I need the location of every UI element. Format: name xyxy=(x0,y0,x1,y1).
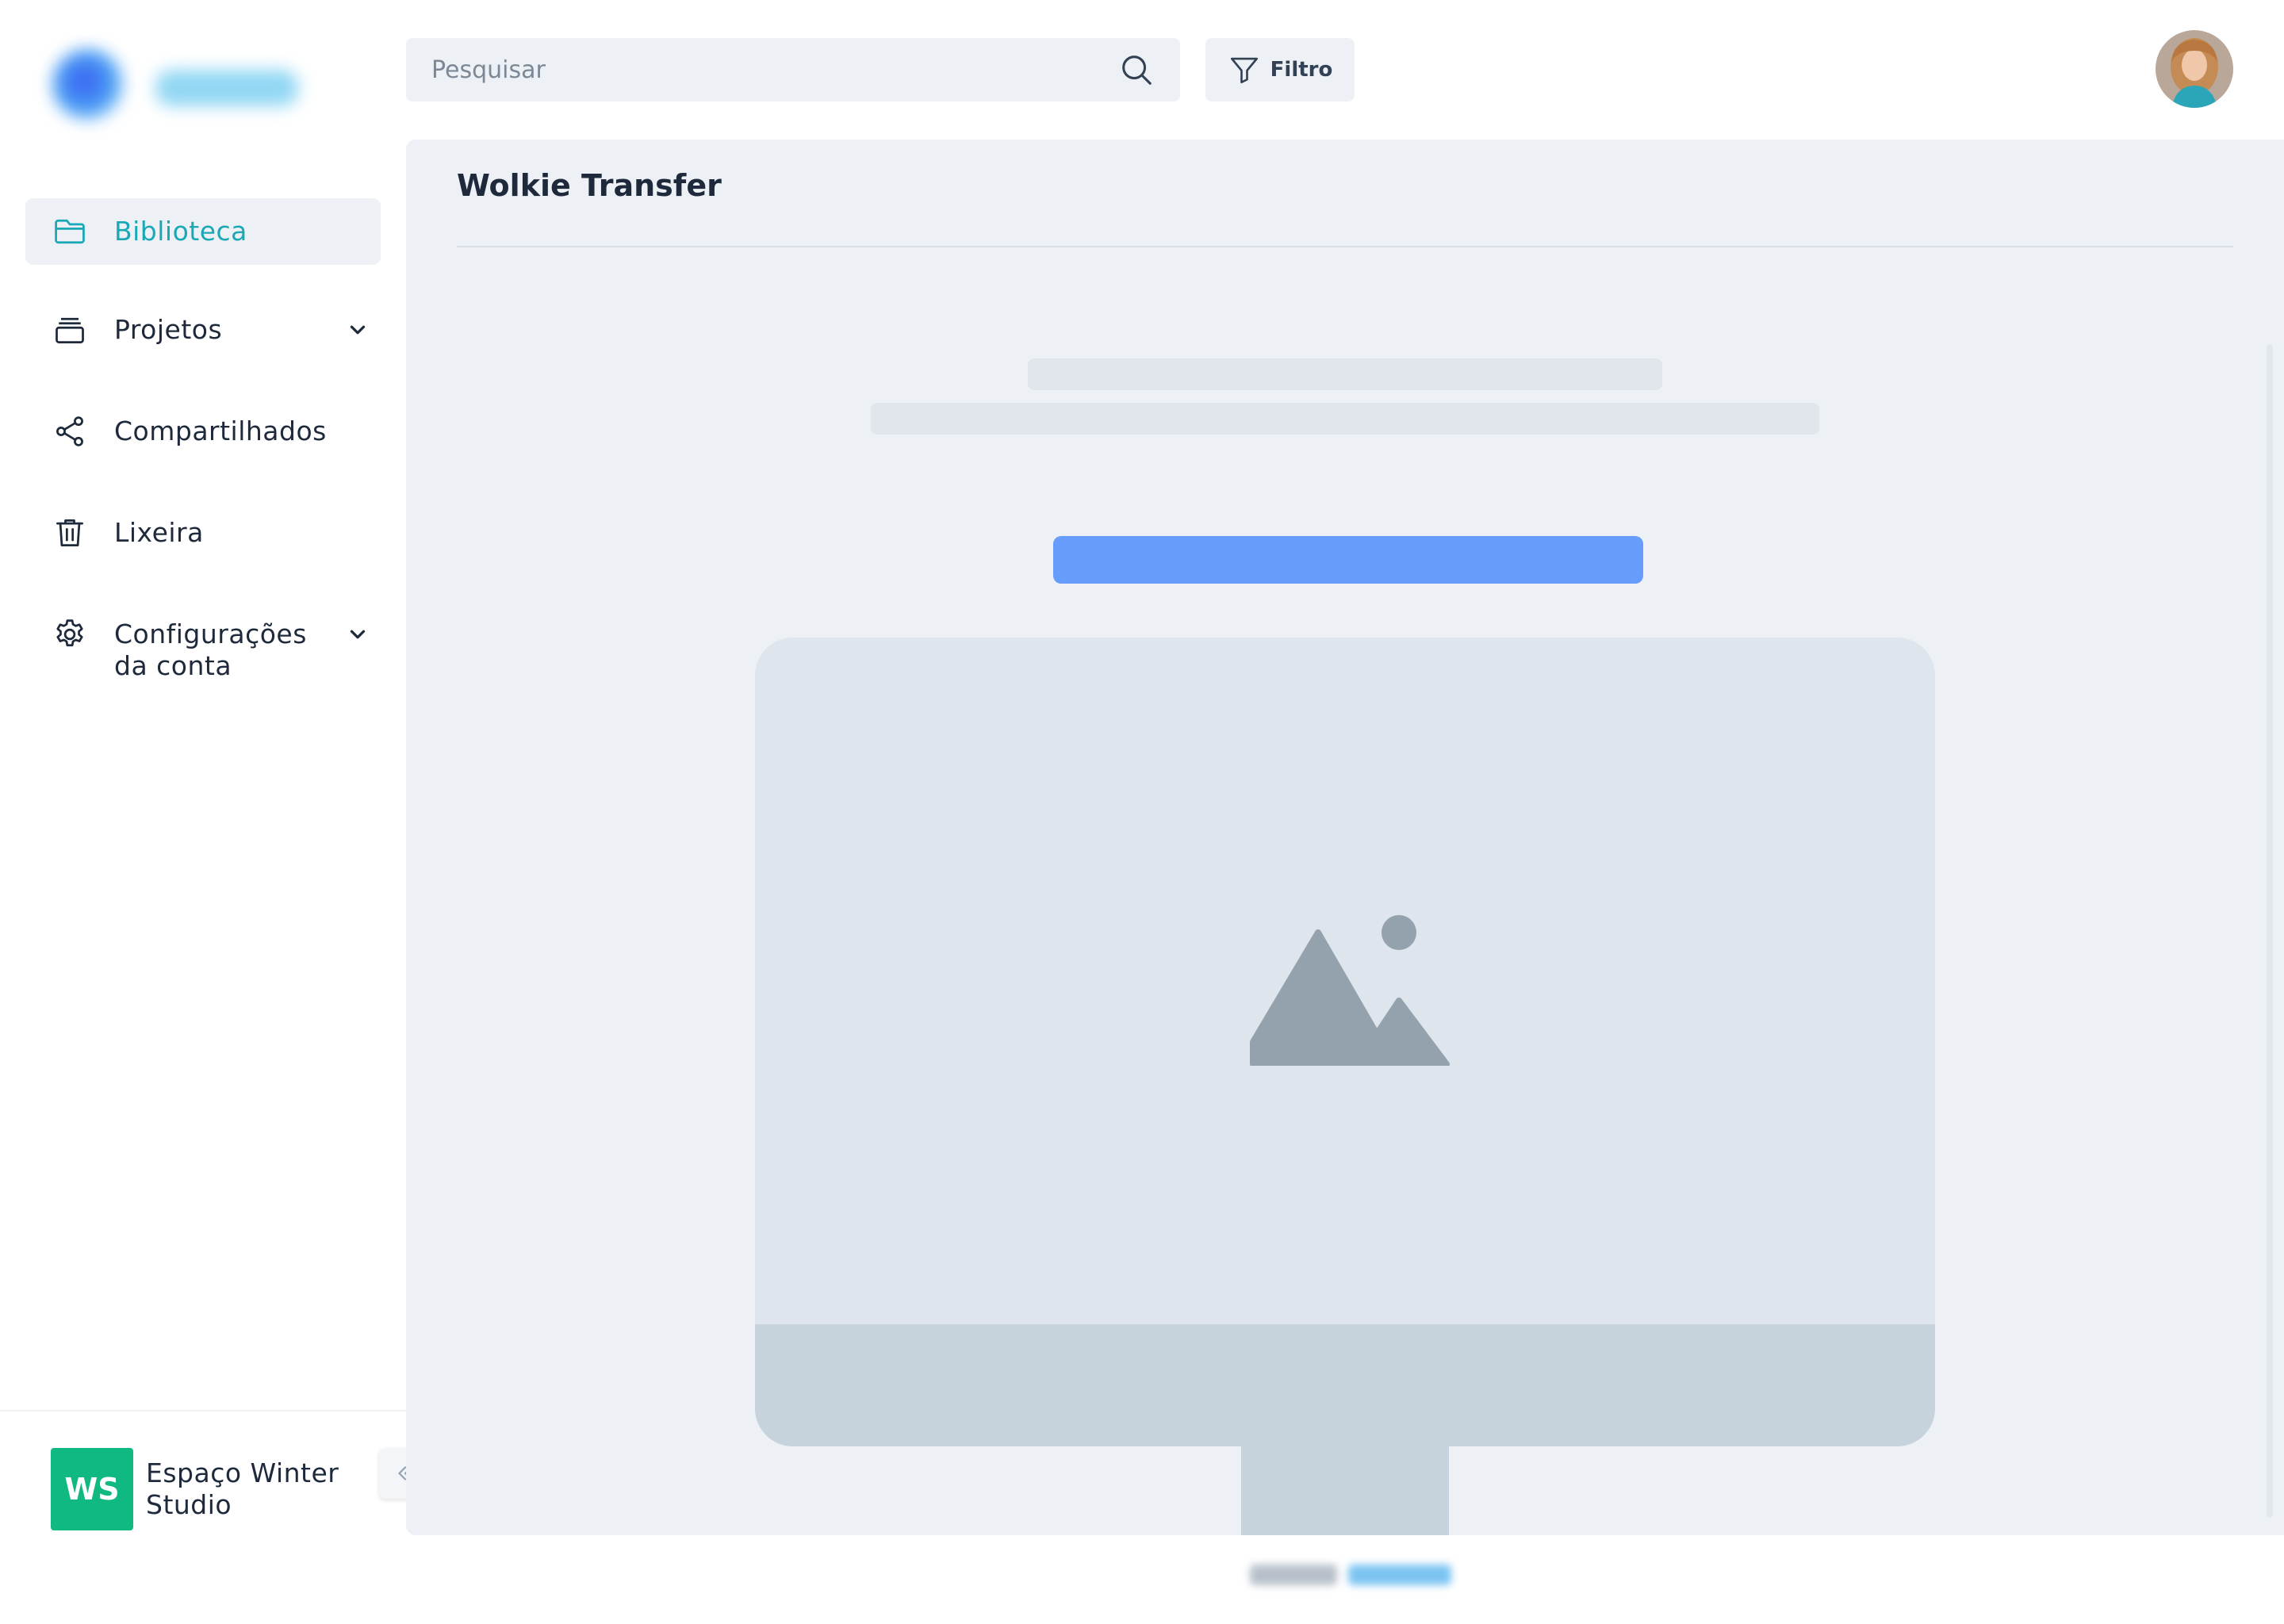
trash-icon xyxy=(56,519,83,546)
gear-icon xyxy=(56,619,83,647)
sidebar-divider xyxy=(0,1410,406,1411)
folder-icon xyxy=(55,219,85,244)
workspace-name-line2: Studio xyxy=(146,1489,232,1520)
chevron-down-icon[interactable] xyxy=(346,622,370,646)
monitor-placeholder xyxy=(755,638,1935,1446)
sidebar-item-projetos[interactable]: Projetos xyxy=(25,297,381,363)
app-logo[interactable] xyxy=(44,41,314,128)
footer-link-blurred[interactable] xyxy=(1348,1565,1451,1585)
sidebar-item-label: Compartilhados xyxy=(114,416,327,446)
workspace-name-line1: Espaço Winter xyxy=(146,1457,339,1488)
user-avatar[interactable] xyxy=(2156,30,2233,108)
sidebar-item-label: Biblioteca xyxy=(114,216,247,247)
scrollbar[interactable] xyxy=(2267,344,2273,1518)
sidebar-item-biblioteca[interactable]: Biblioteca xyxy=(25,198,381,265)
image-icon xyxy=(1250,915,1450,1066)
search-input[interactable] xyxy=(431,56,1118,84)
title-divider xyxy=(457,246,2233,247)
sidebar-item-lixeira[interactable]: Lixeira xyxy=(25,500,381,566)
footer-copyright-blurred xyxy=(1250,1565,1337,1585)
sidebar-item-label-line2: da conta xyxy=(114,650,232,681)
skeleton-line xyxy=(871,403,1819,435)
main-panel: Wolkie Transfer xyxy=(406,140,2284,1535)
funnel-icon xyxy=(1230,57,1258,84)
sidebar-item-label: Lixeira xyxy=(114,517,204,548)
skeleton-button xyxy=(1053,536,1643,584)
workspace-name: Espaço Winter Studio xyxy=(146,1457,368,1521)
sidebar-item-configuracoes[interactable]: Configurações da conta xyxy=(25,601,381,693)
filter-label: Filtro xyxy=(1270,58,1333,82)
footer xyxy=(1250,1559,1451,1591)
sidebar-item-compartilhados[interactable]: Compartilhados xyxy=(25,398,381,465)
filter-button[interactable]: Filtro xyxy=(1205,38,1355,102)
monitor-stand xyxy=(1241,1446,1449,1535)
search-icon[interactable] xyxy=(1118,52,1155,88)
workspace-switcher[interactable]: WS Espaço Winter Studio xyxy=(51,1448,368,1530)
page-title: Wolkie Transfer xyxy=(457,168,722,203)
monitor-chin xyxy=(755,1324,1935,1446)
share-icon xyxy=(56,416,83,446)
search-bar xyxy=(406,38,1180,102)
sidebar-item-label-line1: Configurações xyxy=(114,619,307,649)
logo-mark xyxy=(52,49,124,121)
skeleton-line xyxy=(1028,358,1662,390)
sidebar-item-label: Projetos xyxy=(114,314,223,345)
archive-icon xyxy=(56,317,84,343)
workspace-badge: WS xyxy=(51,1448,133,1530)
logo-wordmark xyxy=(155,70,298,106)
chevron-down-icon[interactable] xyxy=(346,318,370,342)
app-root: Filtro Biblioteca Projetos xyxy=(0,0,2284,1624)
avatar-image xyxy=(2156,30,2233,108)
sidebar-item-label: Configurações da conta xyxy=(114,619,307,682)
